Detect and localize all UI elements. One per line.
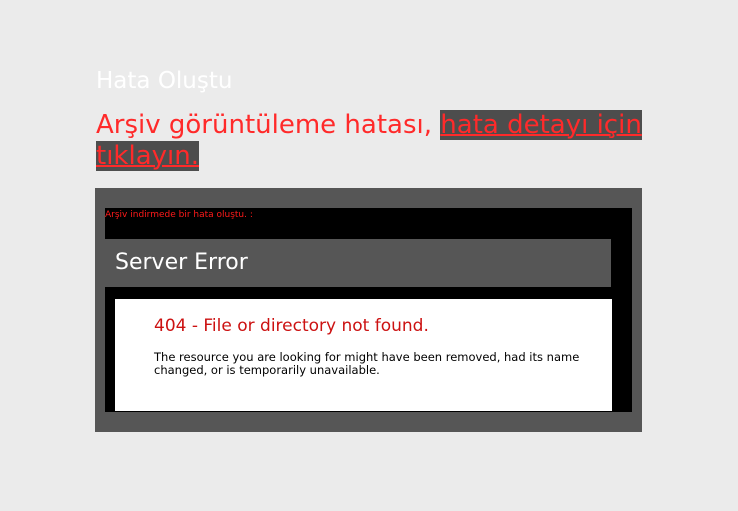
server-error-content: 404 - File or directory not found. The r… <box>115 299 612 411</box>
error-message-text: Arşiv görüntüleme hatası, <box>96 110 441 140</box>
error-message: Arşiv görüntüleme hatası, hata detayı iç… <box>96 110 656 172</box>
download-error-message: Arşiv indirmede bir hata oluştu. : <box>105 210 253 220</box>
server-error-title: Server Error <box>115 250 248 275</box>
not-found-description: The resource you are looking for might h… <box>154 350 580 377</box>
not-found-title: 404 - File or directory not found. <box>154 316 429 336</box>
error-detail-content: Arşiv indirmede bir hata oluştu. : Serve… <box>105 208 632 412</box>
server-error-header: Server Error <box>105 239 611 287</box>
error-detail-frame: Arşiv indirmede bir hata oluştu. : Serve… <box>95 188 642 432</box>
page-title: Hata Oluştu <box>96 68 233 94</box>
